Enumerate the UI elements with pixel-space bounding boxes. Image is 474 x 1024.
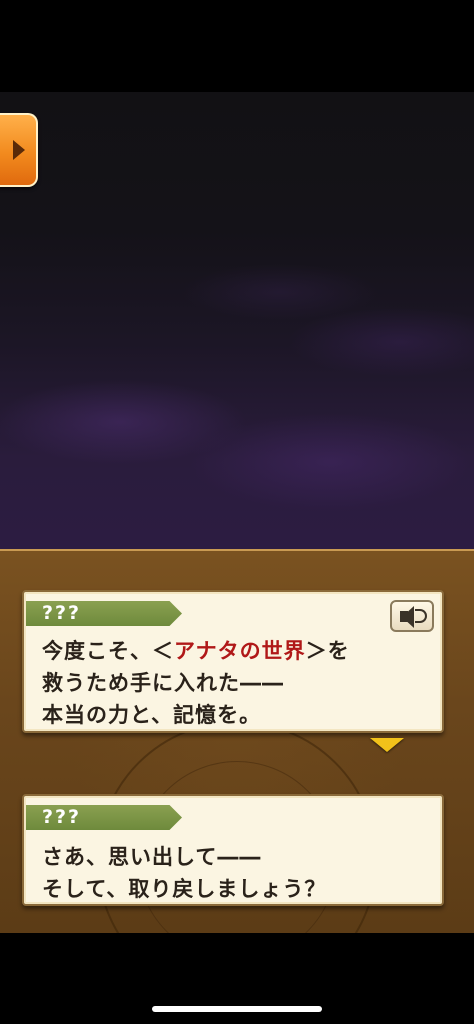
voice-replay-button[interactable]: [390, 600, 434, 632]
status-bar: [0, 0, 474, 92]
dialogue-line: 今度こそ、＜アナタの世界＞を: [42, 639, 350, 663]
dialogue-line: そして、取り戻しましょう？: [42, 877, 327, 901]
speaker-name-tag: ???: [26, 601, 182, 626]
dialogue-box-1[interactable]: ??? 今度こそ、＜アナタの世界＞を 救うため手に入れた―― 本当の力と、記憶を…: [22, 590, 444, 733]
dialogue-line: 本当の力と、記憶を。: [42, 703, 262, 727]
dialogue-box-2[interactable]: ??? さあ、思い出して―― そして、取り戻しましょう？: [22, 794, 444, 906]
dialogue-line: 救うため手に入れた――: [42, 671, 284, 695]
skip-button[interactable]: [0, 113, 38, 187]
next-page-arrow-icon[interactable]: [370, 738, 404, 752]
speaker-name-tag: ???: [26, 805, 182, 830]
play-arrow-icon: [13, 140, 25, 160]
home-indicator[interactable]: [152, 1006, 322, 1012]
dialogue-line: さあ、思い出して――: [42, 845, 262, 869]
highlighted-term: アナタの世界: [174, 639, 306, 663]
story-background-scene: [0, 92, 474, 550]
